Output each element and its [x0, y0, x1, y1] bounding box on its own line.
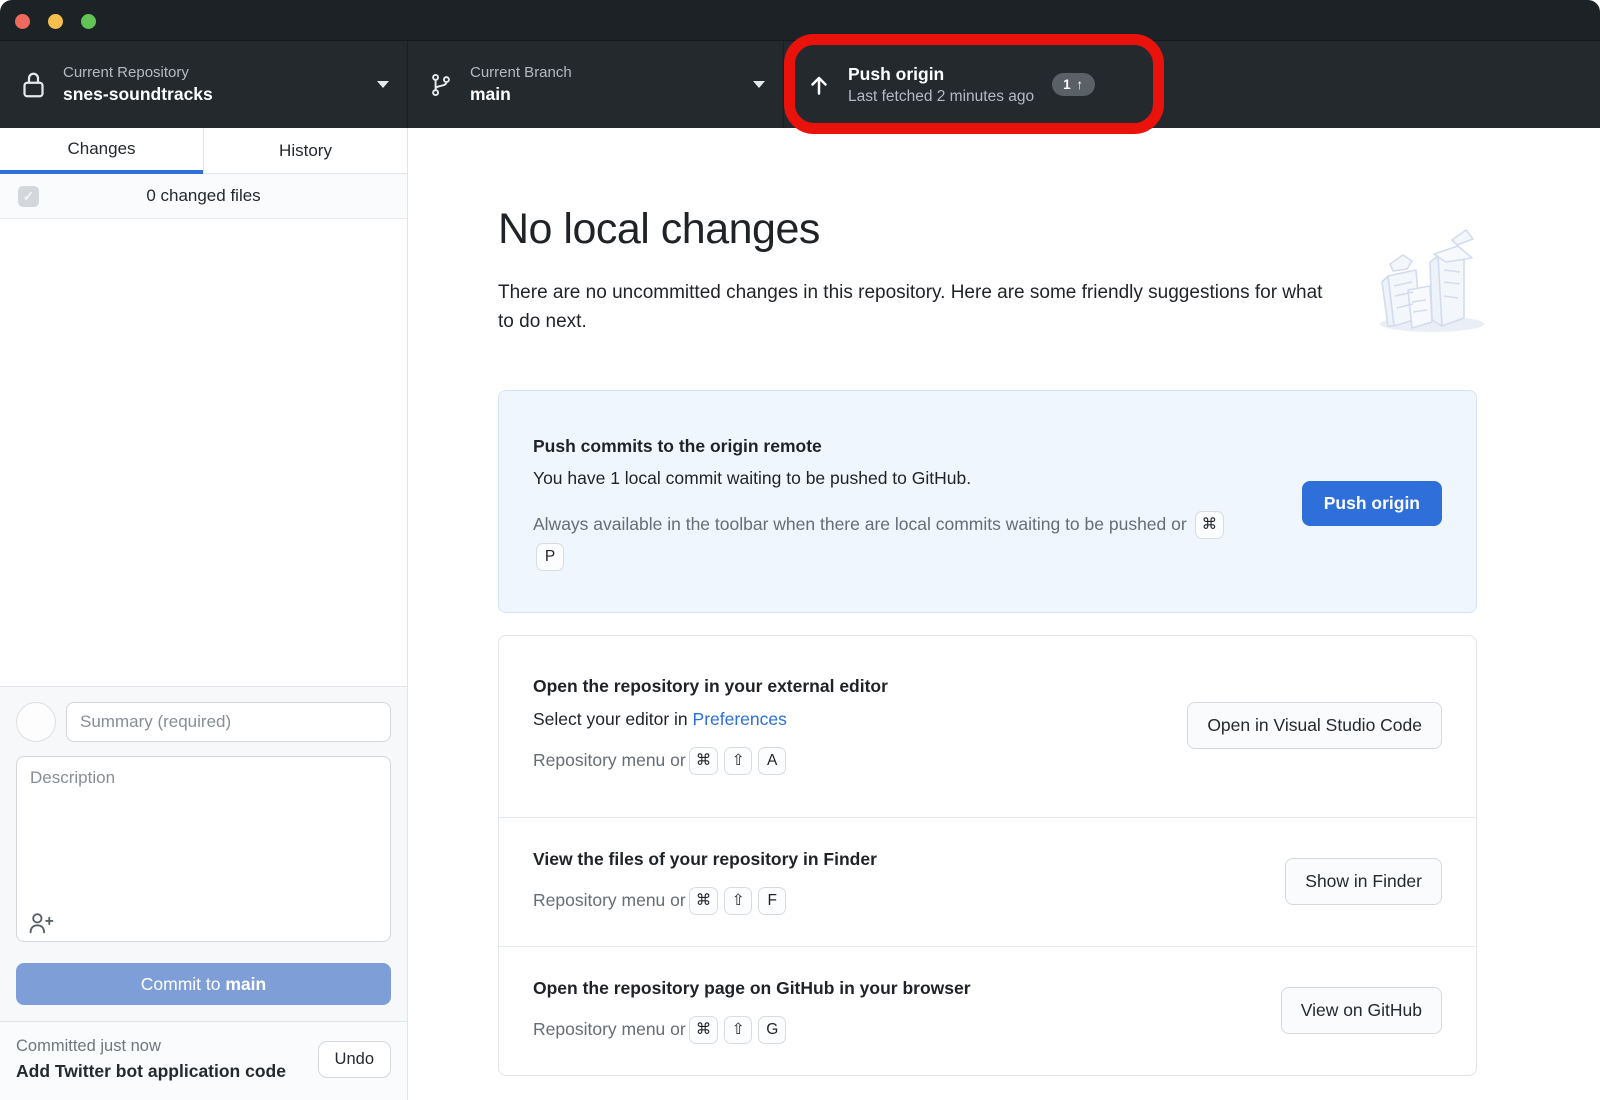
arrow-up-icon [806, 72, 832, 98]
push-origin-toolbar-button[interactable]: Push origin Last fetched 2 minutes ago 1… [784, 41, 1600, 128]
close-window-icon[interactable] [15, 14, 30, 29]
avatar [16, 702, 56, 742]
commit-button-prefix: Commit to [141, 974, 226, 994]
suggestion-shortcut: Repository menu or ⌘⇧A [533, 747, 888, 775]
changed-files-header: ✓ 0 changed files [0, 174, 407, 219]
a-key: A [758, 747, 786, 775]
lock-icon [20, 69, 47, 101]
commit-form: Commit to main [0, 686, 407, 1021]
suggestion-show-finder: View the files of your repository in Fin… [499, 817, 1476, 946]
commit-description-input[interactable] [16, 756, 391, 942]
current-branch-label: Current Branch [470, 64, 572, 81]
shortcut-hint-text: Repository menu or [533, 890, 686, 911]
commit-status-text: Committed just now [16, 1037, 286, 1056]
last-commit-message: Add Twitter bot application code [16, 1061, 286, 1082]
p-key: P [536, 543, 564, 571]
suggestion-subtitle: Select your editor in Preferences [533, 709, 888, 730]
open-in-vscode-button[interactable]: Open in Visual Studio Code [1187, 702, 1442, 749]
shift-key: ⇧ [724, 1016, 752, 1044]
commit-summary-input[interactable] [66, 702, 391, 742]
shift-key: ⇧ [724, 747, 752, 775]
tab-changes[interactable]: Changes [0, 128, 203, 174]
shortcut-hint-text: Repository menu or [533, 750, 686, 771]
tab-history[interactable]: History [203, 128, 407, 174]
callout-title: Push commits to the origin remote [533, 436, 1272, 457]
changed-files-list [0, 219, 407, 686]
push-last-fetched: Last fetched 2 minutes ago [848, 88, 1034, 106]
sidebar-tabs: Changes History [0, 128, 407, 174]
shortcut-hint-text: Repository menu or [533, 1019, 686, 1040]
f-key: F [758, 887, 786, 915]
current-repository-label: Current Repository [63, 64, 213, 81]
callout-hint-text: Always available in the toolbar when the… [533, 514, 1187, 534]
suggestion-open-editor: Open the repository in your external edi… [499, 636, 1476, 817]
chevron-down-icon [377, 81, 389, 88]
push-origin-button[interactable]: Push origin [1302, 481, 1442, 526]
git-branch-icon [428, 70, 454, 100]
g-key: G [758, 1016, 786, 1044]
suggestions-card: Open the repository in your external edi… [498, 635, 1477, 1076]
preferences-link[interactable]: Preferences [693, 709, 787, 729]
current-repository-name: snes-soundtracks [63, 84, 213, 105]
select-all-checkbox[interactable]: ✓ [18, 186, 39, 207]
command-key: ⌘ [689, 747, 719, 775]
commit-button-branch: main [225, 974, 266, 994]
callout-hint: Always available in the toolbar when the… [533, 509, 1233, 572]
github-desktop-window: Current Repository snes-soundtracks Curr… [0, 0, 1600, 1100]
suggestion-view-github: Open the repository page on GitHub in yo… [499, 946, 1476, 1075]
command-key: ⌘ [1195, 511, 1225, 539]
chevron-down-icon [753, 81, 765, 88]
sidebar: Changes History ✓ 0 changed files [0, 128, 408, 1100]
add-coauthor-icon[interactable] [28, 911, 55, 935]
main-content: No local changes There are no uncommitte… [408, 128, 1600, 1100]
current-branch-dropdown[interactable]: Current Branch main [408, 41, 784, 128]
push-commits-callout: Push commits to the origin remote You ha… [498, 390, 1477, 613]
minimize-window-icon[interactable] [48, 14, 63, 29]
page-intro: There are no uncommitted changes in this… [498, 278, 1330, 337]
undo-button[interactable]: Undo [318, 1041, 391, 1078]
zoom-window-icon[interactable] [81, 14, 96, 29]
suggestion-shortcut: Repository menu or ⌘⇧F [533, 887, 877, 915]
suggestion-title: Open the repository page on GitHub in yo… [533, 978, 971, 999]
show-in-finder-button[interactable]: Show in Finder [1285, 858, 1442, 905]
push-ahead-badge: 1 ↑ [1052, 73, 1095, 96]
macos-titlebar [0, 0, 1600, 41]
view-on-github-button[interactable]: View on GitHub [1281, 987, 1442, 1034]
undo-commit-bar: Committed just now Add Twitter bot appli… [0, 1021, 407, 1100]
command-key: ⌘ [689, 887, 719, 915]
command-key: ⌘ [689, 1016, 719, 1044]
current-repository-dropdown[interactable]: Current Repository snes-soundtracks [0, 41, 408, 128]
suggestion-title: Open the repository in your external edi… [533, 676, 888, 697]
app-toolbar: Current Repository snes-soundtracks Curr… [0, 41, 1600, 128]
suggestion-title: View the files of your repository in Fin… [533, 849, 877, 870]
push-origin-title: Push origin [848, 64, 1034, 85]
traffic-lights [15, 14, 96, 29]
callout-body: You have 1 local commit waiting to be pu… [533, 468, 1272, 489]
shift-key: ⇧ [724, 887, 752, 915]
suggestion-shortcut: Repository menu or ⌘⇧G [533, 1016, 971, 1044]
current-branch-name: main [470, 84, 572, 105]
editor-hint-text: Select your editor in [533, 709, 693, 729]
paper-stack-illustration [1364, 198, 1496, 343]
changed-files-count: 0 changed files [146, 186, 260, 206]
commit-to-main-button[interactable]: Commit to main [16, 963, 391, 1005]
